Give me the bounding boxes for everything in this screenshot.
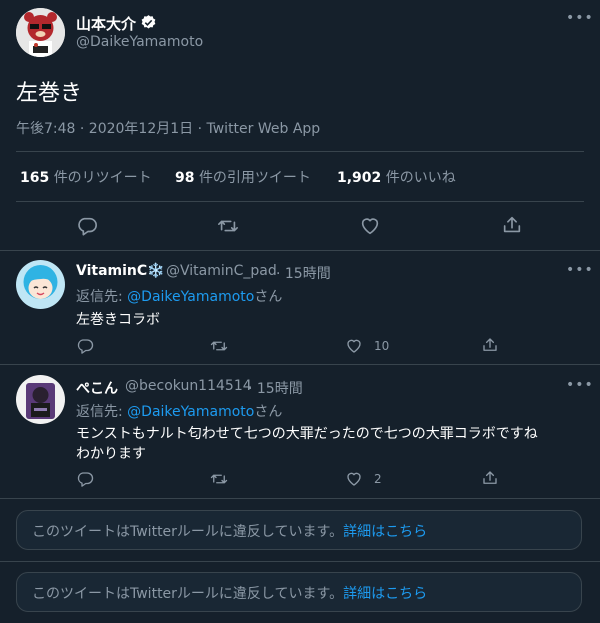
tweet-text: 左巻き <box>16 81 83 106</box>
like-icon[interactable] <box>359 215 381 237</box>
violation-notice-text: このツイートはTwitterルールに違反しています。 <box>32 524 344 540</box>
reply-icon[interactable] <box>76 470 94 488</box>
divider <box>0 250 600 251</box>
replying-to-suffix: さん <box>254 404 283 420</box>
learn-more-link[interactable]: 詳細はこちら <box>343 586 427 602</box>
reply-handle[interactable]: @VitaminC_pad <box>166 263 277 279</box>
divider <box>16 201 584 202</box>
like-count: 1,902 <box>337 170 382 186</box>
divider <box>16 151 584 152</box>
replying-to: 返信先: @DaikeYamamotoさん <box>76 401 282 421</box>
quote-label: 件の引用ツイート <box>198 170 311 186</box>
reply-text: 左巻きコラボ <box>76 312 160 328</box>
more-icon[interactable]: ••• <box>566 10 594 26</box>
replying-to-link[interactable]: @DaikeYamamoto <box>127 404 254 420</box>
tweet-timestamp[interactable]: 午後7:48 · 2020年12月1日 · Twitter Web App <box>16 118 320 138</box>
retweet-icon[interactable] <box>210 337 228 355</box>
replying-to-prefix: 返信先: <box>76 404 123 420</box>
replying-to-suffix: さん <box>254 289 283 305</box>
reply-text-line: モンストもナルト匂わせて七つの大罪だったので七つの大罪コラボですね <box>76 426 538 442</box>
like-icon[interactable] <box>345 470 363 488</box>
reply-time[interactable]: · 15時間 <box>276 263 331 283</box>
stat-retweets[interactable]: 165 件のリツイート <box>20 167 152 187</box>
author-avatar[interactable] <box>16 8 65 57</box>
share-icon[interactable] <box>481 336 499 354</box>
reply-name[interactable]: VitaminC❄️ <box>76 263 165 279</box>
like-label: 件のいいね <box>385 170 456 186</box>
divider <box>0 561 600 562</box>
violation-notice: このツイートはTwitterルールに違反しています。詳細はこちら <box>16 572 582 612</box>
like-icon[interactable] <box>345 337 363 355</box>
divider <box>0 498 600 499</box>
stat-quote-tweets[interactable]: 98 件の引用ツイート <box>175 167 311 187</box>
reply-avatar[interactable] <box>16 375 65 424</box>
share-icon[interactable] <box>501 214 523 236</box>
reply-icon[interactable] <box>76 215 98 237</box>
retweet-icon[interactable] <box>210 470 228 488</box>
replying-to-link[interactable]: @DaikeYamamoto <box>127 289 254 305</box>
quote-count: 98 <box>175 170 195 186</box>
reply-handle[interactable]: @becokun114514 <box>125 378 252 394</box>
like-count: 2 <box>374 472 382 486</box>
more-icon[interactable]: ••• <box>566 262 594 278</box>
violation-notice: このツイートはTwitterルールに違反しています。詳細はこちら <box>16 510 582 550</box>
author-handle[interactable]: @DaikeYamamoto <box>76 34 203 50</box>
stat-likes[interactable]: 1,902 件のいいね <box>337 167 456 187</box>
reply-time[interactable]: · 15時間 <box>248 378 303 398</box>
verified-badge-icon <box>140 14 157 31</box>
reply-name[interactable]: ぺこん <box>76 378 118 398</box>
retweet-count: 165 <box>20 170 50 186</box>
learn-more-link[interactable]: 詳細はこちら <box>343 524 427 540</box>
violation-notice-text: このツイートはTwitterルールに違反しています。 <box>32 586 344 602</box>
author-name[interactable]: 山本大介 <box>76 13 136 34</box>
retweet-label: 件のリツイート <box>53 170 152 186</box>
reply-text-line: わかります <box>76 446 146 462</box>
like-count: 10 <box>374 339 390 353</box>
share-icon[interactable] <box>481 469 499 487</box>
reply-icon[interactable] <box>76 337 94 355</box>
reply-avatar[interactable] <box>16 260 65 309</box>
divider <box>0 364 600 365</box>
retweet-icon[interactable] <box>217 215 239 237</box>
replying-to-prefix: 返信先: <box>76 289 123 305</box>
more-icon[interactable]: ••• <box>566 377 594 393</box>
replying-to: 返信先: @DaikeYamamotoさん <box>76 286 282 306</box>
